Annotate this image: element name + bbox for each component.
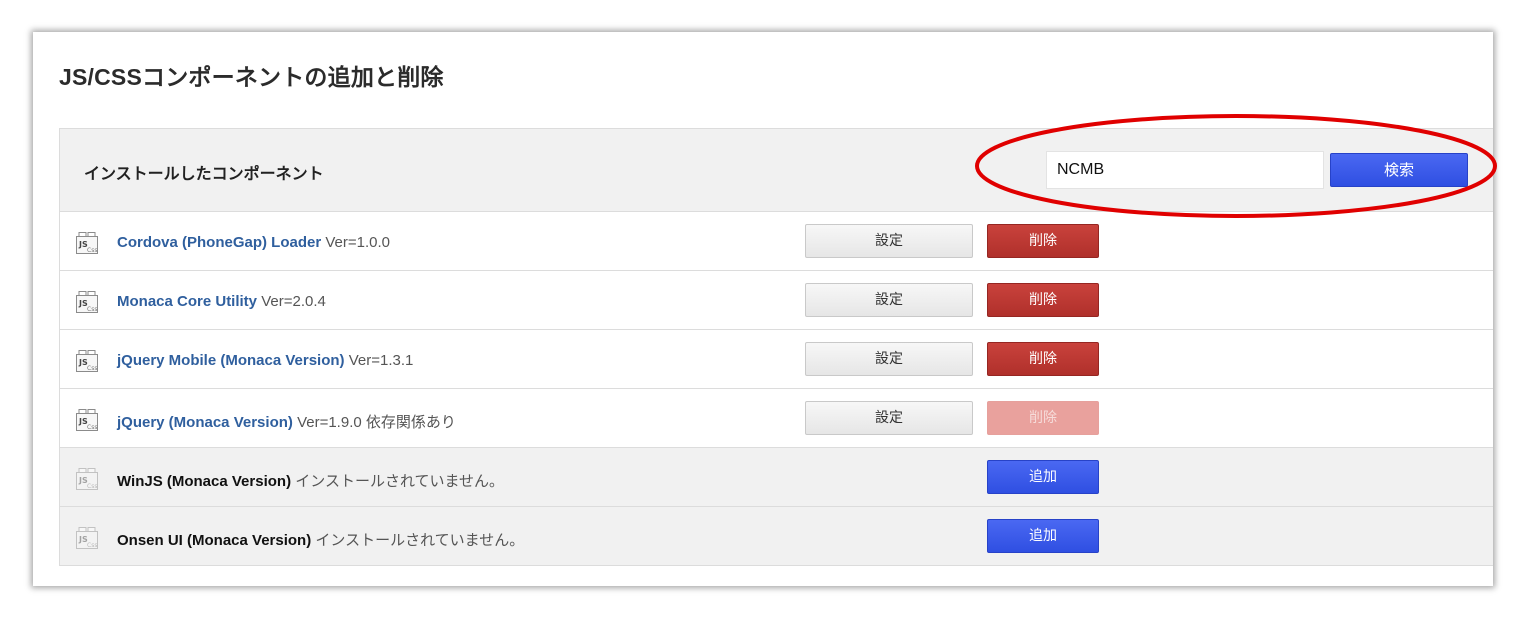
component-version: Ver=1.9.0 依存関係あり <box>297 414 456 431</box>
search-button[interactable]: 検索 <box>1330 153 1468 187</box>
delete-button[interactable]: 削除 <box>987 283 1099 317</box>
component-name: Onsen UI (Monaca Version) <box>117 532 312 549</box>
settings-button[interactable]: 設定 <box>805 401 973 435</box>
delete-button[interactable]: 削除 <box>987 342 1099 376</box>
js-css-component-icon: JS Css <box>76 350 100 372</box>
component-name-link[interactable]: jQuery (Monaca Version) <box>117 414 293 431</box>
settings-button[interactable]: 設定 <box>805 224 973 258</box>
page-title: JS/CSSコンポーネントの追加と削除 <box>59 64 444 90</box>
js-css-component-icon: JS Css <box>76 468 100 490</box>
svg-text:Css: Css <box>87 306 97 313</box>
components-panel: JS/CSSコンポーネントの追加と削除 インストールしたコンポーネント 検索 J… <box>33 32 1493 586</box>
component-name-link[interactable]: Cordova (PhoneGap) Loader <box>117 234 321 251</box>
js-css-component-icon: JS Css <box>76 232 100 254</box>
component-status: インストールされていません。 <box>295 473 505 490</box>
svg-text:Css: Css <box>87 365 97 372</box>
table-row: JS Css Cordova (PhoneGap) Loader Ver=1.0… <box>60 212 1493 271</box>
delete-button[interactable]: 削除 <box>987 224 1099 258</box>
table-row: JS Css WinJS (Monaca Version) インストールされてい… <box>60 448 1493 507</box>
js-css-component-icon: JS Css <box>76 409 100 431</box>
component-name-link[interactable]: Monaca Core Utility <box>117 293 257 310</box>
components-table: インストールしたコンポーネント 検索 JS Css Cordova (Phone… <box>59 128 1493 566</box>
settings-button[interactable]: 設定 <box>805 342 973 376</box>
table-row: JS Css jQuery Mobile (Monaca Version) Ve… <box>60 330 1493 389</box>
svg-text:Css: Css <box>87 247 97 254</box>
svg-text:Css: Css <box>87 542 97 549</box>
component-version: Ver=1.3.1 <box>348 352 414 369</box>
js-css-component-icon: JS Css <box>76 527 100 549</box>
add-button[interactable]: 追加 <box>987 519 1099 553</box>
search-input[interactable] <box>1046 151 1324 189</box>
component-name-link[interactable]: jQuery Mobile (Monaca Version) <box>117 352 345 369</box>
component-version: Ver=2.0.4 <box>261 293 326 310</box>
table-header-title: インストールしたコンポーネント <box>84 164 324 183</box>
delete-button-disabled: 削除 <box>987 401 1099 435</box>
add-button[interactable]: 追加 <box>987 460 1099 494</box>
table-header: インストールしたコンポーネント 検索 <box>60 129 1493 212</box>
component-status: インストールされていません。 <box>315 532 525 549</box>
component-version: Ver=1.0.0 <box>325 234 390 251</box>
table-row: JS Css Onsen UI (Monaca Version) インストールさ… <box>60 507 1493 566</box>
svg-text:Css: Css <box>87 424 97 431</box>
table-row: JS Css jQuery (Monaca Version) Ver=1.9.0… <box>60 389 1493 448</box>
table-row: JS Css Monaca Core Utility Ver=2.0.4 設定 … <box>60 271 1493 330</box>
js-css-component-icon: JS Css <box>76 291 100 313</box>
settings-button[interactable]: 設定 <box>805 283 973 317</box>
svg-text:Css: Css <box>87 483 97 490</box>
component-name: WinJS (Monaca Version) <box>117 473 292 490</box>
